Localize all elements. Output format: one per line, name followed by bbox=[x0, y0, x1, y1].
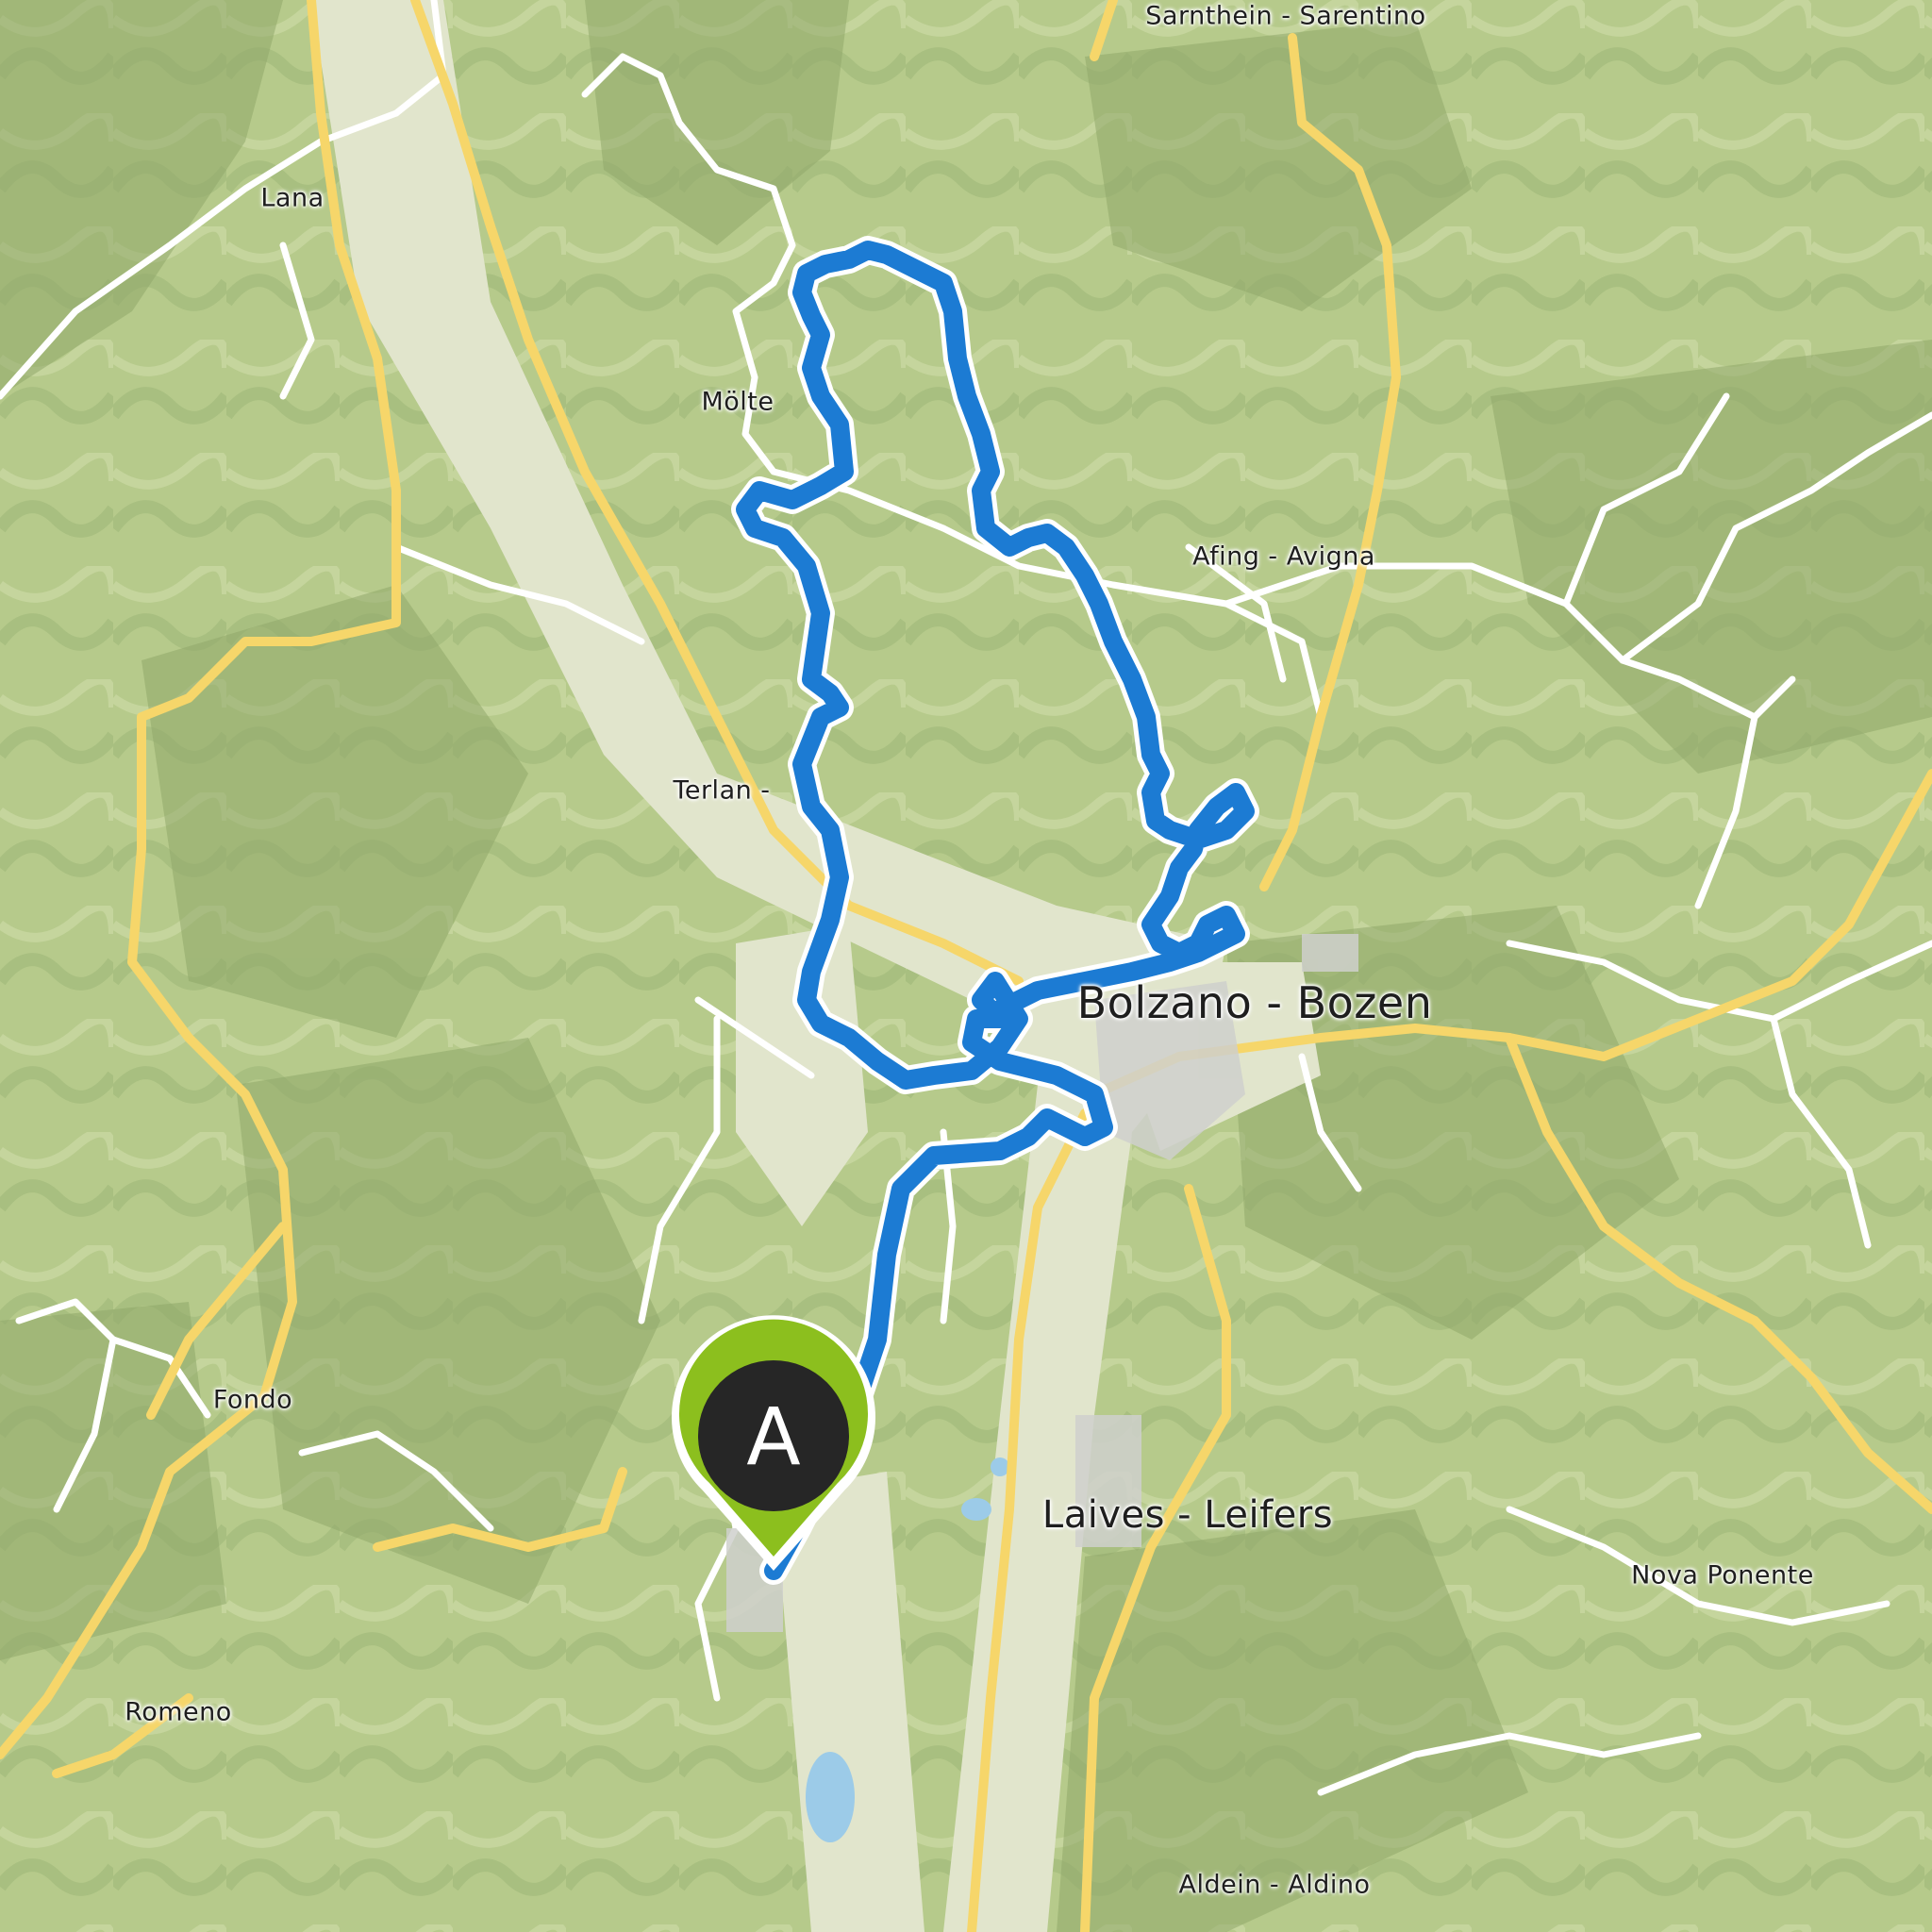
place-label-afing: Afing - Avigna bbox=[1192, 541, 1375, 572]
place-label-aldein: Aldein - Aldino bbox=[1178, 1870, 1371, 1900]
place-label-bolzano: Bolzano - Bozen bbox=[1076, 977, 1433, 1028]
place-label-nova-ponente: Nova Ponente bbox=[1631, 1560, 1814, 1591]
place-label-romeno: Romeno bbox=[125, 1697, 232, 1727]
map-view[interactable]: A Sarnthein - Sarentino Lana Mölte Afing… bbox=[0, 0, 1932, 1932]
map-terrain: A bbox=[0, 0, 1932, 1932]
place-label-terlan: Terlan - bbox=[673, 775, 771, 806]
place-label-laives: Laives - Leifers bbox=[1041, 1493, 1334, 1537]
place-label-fondo: Fondo bbox=[212, 1385, 293, 1415]
place-label-lana: Lana bbox=[260, 183, 325, 213]
place-label-molten: Mölte bbox=[701, 387, 774, 417]
start-marker-letter: A bbox=[746, 1391, 800, 1483]
place-label-sarnthein: Sarnthein - Sarentino bbox=[1145, 1, 1426, 31]
